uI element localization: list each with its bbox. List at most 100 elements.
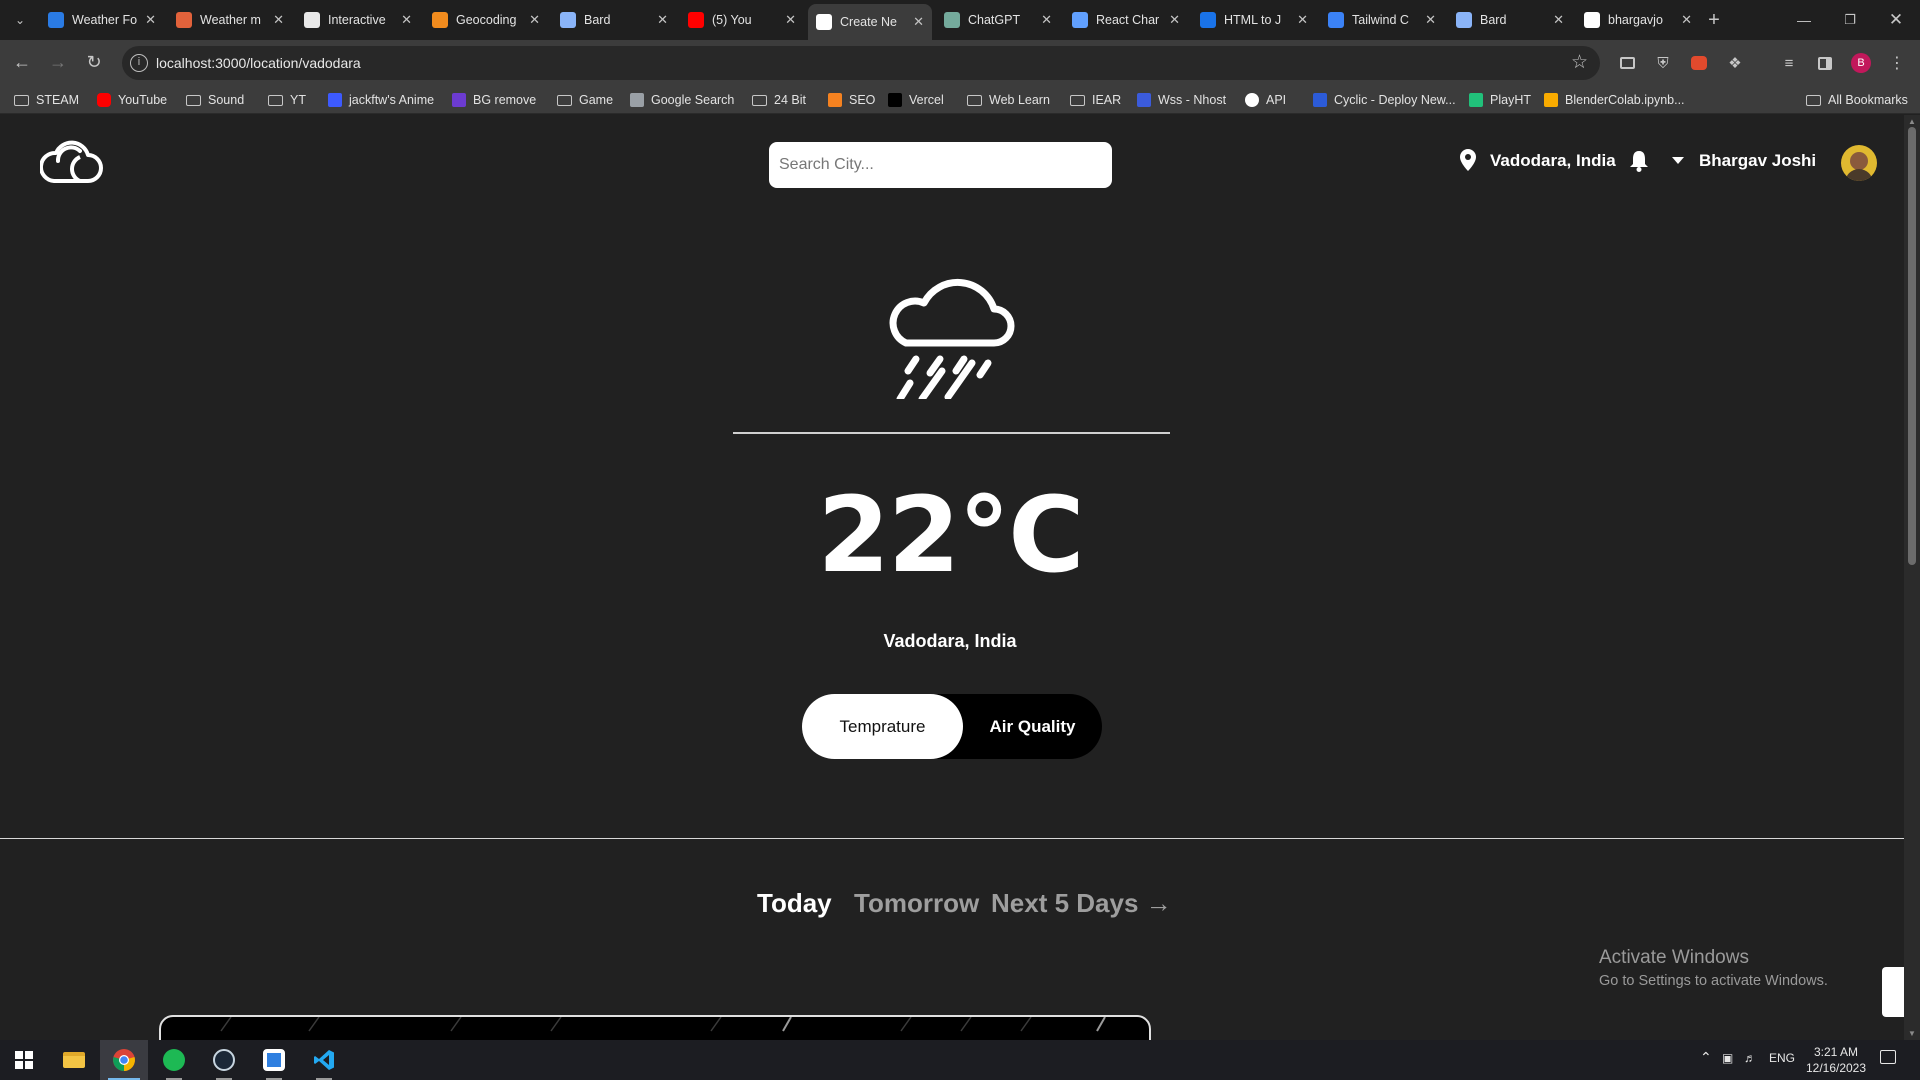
bookmark-item[interactable]: Wss - Nhost [1137, 91, 1226, 109]
chevron-down-icon[interactable] [1672, 157, 1684, 165]
scrollbar-thumb[interactable] [1908, 127, 1916, 565]
browser-tab[interactable]: ChatGPT ✕ [936, 6, 1060, 34]
bookmark-label: STEAM [36, 93, 80, 107]
bookmark-item[interactable]: BG remove [452, 91, 536, 109]
browser-tab[interactable]: Bard ✕ [552, 6, 676, 34]
bookmark-item[interactable]: Cyclic - Deploy New... [1313, 91, 1456, 109]
bookmark-label: PlayHT [1490, 93, 1531, 107]
bookmark-item[interactable]: PlayHT [1469, 91, 1531, 109]
tab-close-icon[interactable]: ✕ [785, 12, 796, 28]
bookmark-item[interactable]: YouTube [97, 91, 167, 109]
app-blue-icon[interactable] [250, 1040, 298, 1080]
media-icon[interactable] [1616, 52, 1638, 74]
browser-tab[interactable]: HTML to J ✕ [1192, 6, 1316, 34]
reading-list-icon[interactable]: ≡ [1778, 52, 1800, 74]
forward-icon[interactable]: → [44, 48, 72, 76]
tab-close-icon[interactable]: ✕ [1425, 12, 1436, 28]
reload-icon[interactable]: ↻ [80, 48, 108, 76]
close-window-icon[interactable]: ✕ [1882, 6, 1910, 34]
shield-extension-icon[interactable]: ⛨ [1652, 52, 1674, 74]
browser-tab[interactable]: Geocoding ✕ [424, 6, 548, 34]
site-info-icon[interactable]: i [130, 54, 148, 72]
notification-icon[interactable] [1880, 1050, 1896, 1064]
tab-title: Tailwind C [1352, 13, 1409, 27]
tab-tomorrow[interactable]: Tomorrow [854, 888, 979, 919]
start-windows-icon[interactable] [0, 1040, 48, 1080]
language-indicator[interactable]: ENG [1769, 1051, 1795, 1065]
bookmark-item[interactable]: Sound [186, 91, 244, 109]
bookmark-item[interactable]: BlenderColab.ipynb... [1544, 91, 1685, 109]
tray-chevron-icon[interactable]: ⌃ [1700, 1049, 1712, 1066]
tab-next-5-days[interactable]: Next 5 Days → [991, 888, 1172, 919]
system-clock[interactable]: 3:21 AM 12/16/2023 [1800, 1044, 1872, 1076]
scroll-down-icon[interactable]: ▼ [1908, 1029, 1916, 1038]
volume-icon[interactable]: ♬ [1744, 1051, 1756, 1065]
tab-close-icon[interactable]: ✕ [145, 12, 156, 28]
bookmark-item[interactable]: API [1245, 91, 1286, 109]
new-tab-icon[interactable]: + [1700, 6, 1728, 34]
air-quality-toggle-button[interactable]: Air Quality [963, 694, 1102, 759]
restore-icon[interactable]: ❐ [1836, 6, 1864, 34]
tab-search-icon[interactable]: ⌄ [6, 6, 34, 34]
tab-close-icon[interactable]: ✕ [401, 12, 412, 28]
user-name[interactable]: Bhargav Joshi [1699, 151, 1816, 171]
tab-close-icon[interactable]: ✕ [273, 12, 284, 28]
bookmark-item[interactable]: 24 Bit [752, 91, 806, 109]
bookmark-item[interactable]: Game [557, 91, 613, 109]
browser-tab[interactable]: Create Ne ✕ [808, 4, 932, 40]
temperature-value: 22°C [817, 474, 1084, 596]
browser-tab[interactable]: (5) You ✕ [680, 6, 804, 34]
bell-icon[interactable] [1629, 150, 1649, 172]
browser-tab[interactable]: Weather Fo ✕ [40, 6, 164, 34]
vscode-icon[interactable] [300, 1040, 348, 1080]
browser-tab[interactable]: Weather m ✕ [168, 6, 292, 34]
extension-red-icon[interactable] [1688, 52, 1710, 74]
tab-close-icon[interactable]: ✕ [1041, 12, 1052, 28]
scroll-up-icon[interactable]: ▲ [1908, 117, 1916, 126]
bookmark-item[interactable]: Vercel [888, 91, 944, 109]
menu-kebab-icon[interactable]: ⋮ [1886, 52, 1908, 74]
steam-icon[interactable] [200, 1040, 248, 1080]
bookmark-star-icon[interactable]: ☆ [1571, 51, 1588, 74]
back-icon[interactable]: ← [8, 48, 36, 76]
browser-tab[interactable]: Tailwind C ✕ [1320, 6, 1444, 34]
tab-close-icon[interactable]: ✕ [1681, 12, 1692, 28]
tab-close-icon[interactable]: ✕ [1553, 12, 1564, 28]
temperature-toggle-button[interactable]: Temprature [802, 694, 963, 759]
profile-avatar[interactable]: B [1850, 52, 1872, 74]
bookmark-item[interactable]: YT [268, 91, 306, 109]
bookmark-item[interactable]: Google Search [630, 91, 734, 109]
side-widget-tab[interactable] [1882, 967, 1904, 1017]
browser-tab[interactable]: bhargavjo ✕ [1576, 6, 1700, 34]
search-city-input[interactable] [769, 142, 1112, 188]
bookmark-item[interactable]: STEAM [14, 91, 79, 109]
tab-close-icon[interactable]: ✕ [913, 14, 924, 30]
header-location[interactable]: Vadodara, India [1490, 151, 1616, 171]
user-avatar[interactable] [1841, 145, 1877, 181]
cloud-logo-icon[interactable] [40, 139, 104, 185]
bookmark-item[interactable]: Web Learn [967, 91, 1050, 109]
url-text[interactable]: localhost:3000/location/vadodara [156, 55, 361, 71]
side-panel-icon[interactable] [1814, 52, 1836, 74]
tab-close-icon[interactable]: ✕ [1169, 12, 1180, 28]
file-explorer-icon[interactable] [50, 1040, 98, 1080]
tab-close-icon[interactable]: ✕ [1297, 12, 1308, 28]
browser-tab[interactable]: Bard ✕ [1448, 6, 1572, 34]
page-scrollbar[interactable]: ▲ ▼ [1904, 115, 1920, 1040]
extensions-puzzle-icon[interactable]: ❖ [1724, 52, 1746, 74]
bookmark-item[interactable]: SEO [828, 91, 875, 109]
tab-close-icon[interactable]: ✕ [657, 12, 668, 28]
address-bar[interactable]: i localhost:3000/location/vadodara ☆ [122, 46, 1600, 80]
browser-tab[interactable]: Interactive ✕ [296, 6, 420, 34]
tab-today[interactable]: Today [757, 888, 832, 919]
chrome-icon[interactable] [100, 1040, 148, 1080]
bookmark-item[interactable]: jackftw's Anime [328, 91, 434, 109]
tab-close-icon[interactable]: ✕ [529, 12, 540, 28]
bookmark-item[interactable]: IEAR [1070, 91, 1121, 109]
spotify-icon[interactable] [150, 1040, 198, 1080]
browser-tab[interactable]: React Char ✕ [1064, 6, 1188, 34]
network-icon[interactable]: ▣ [1722, 1051, 1733, 1065]
all-bookmarks-button[interactable]: All Bookmarks [1806, 91, 1908, 109]
all-bookmarks-label: All Bookmarks [1828, 93, 1908, 107]
minimize-icon[interactable]: — [1790, 6, 1818, 34]
